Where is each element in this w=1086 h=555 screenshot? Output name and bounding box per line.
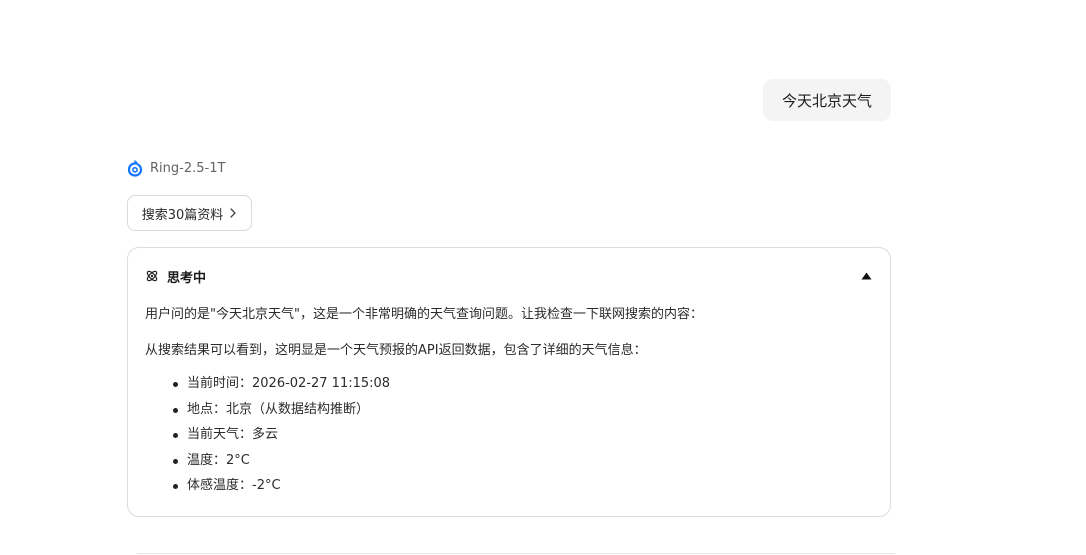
thinking-panel: 思考中 用户问的是"今天北京天气"，这是一个非常明确的天气查询问题。让我检查一下… — [127, 247, 891, 517]
model-header: Ring-2.5-1T — [127, 158, 225, 178]
thinking-paragraph: 从搜索结果可以看到，这明显是一个天气预报的API返回数据，包含了详细的天气信息： — [145, 343, 647, 358]
user-message-bubble: 今天北京天气 — [763, 79, 891, 121]
search-sources-button[interactable]: 搜索30篇资料 — [127, 195, 252, 231]
list-item: 温度：2°C — [145, 450, 390, 476]
collapse-toggle[interactable] — [859, 269, 873, 283]
weather-info-list: 当前时间：2026-02-27 11:15:08 地点：北京（从数据结构推断） … — [145, 373, 390, 501]
list-item: 当前时间：2026-02-27 11:15:08 — [145, 373, 390, 399]
triangle-up-icon — [861, 272, 871, 280]
user-message-text: 今天北京天气 — [781, 91, 872, 110]
list-item: 地点：北京（从数据结构推断） — [145, 399, 390, 425]
ring-logo-icon — [127, 160, 143, 177]
atom-icon — [146, 270, 158, 282]
divider — [137, 553, 895, 554]
chat-page: 今天北京天气 Ring-2.5-1T 搜索30篇资料 思考中 用户问的是"今天北… — [0, 0, 1086, 555]
search-sources-label: 搜索30篇资料 — [141, 207, 224, 223]
thinking-header[interactable]: 思考中 — [145, 267, 873, 286]
chevron-right-icon — [230, 208, 236, 218]
thinking-title: 思考中 — [167, 270, 207, 286]
model-name: Ring-2.5-1T — [150, 160, 226, 176]
list-item: 体感温度：-2°C — [145, 475, 390, 501]
list-item: 当前天气：多云 — [145, 424, 390, 450]
thinking-paragraph: 用户问的是"今天北京天气"，这是一个非常明确的天气查询问题。让我检查一下联网搜索… — [145, 307, 703, 322]
